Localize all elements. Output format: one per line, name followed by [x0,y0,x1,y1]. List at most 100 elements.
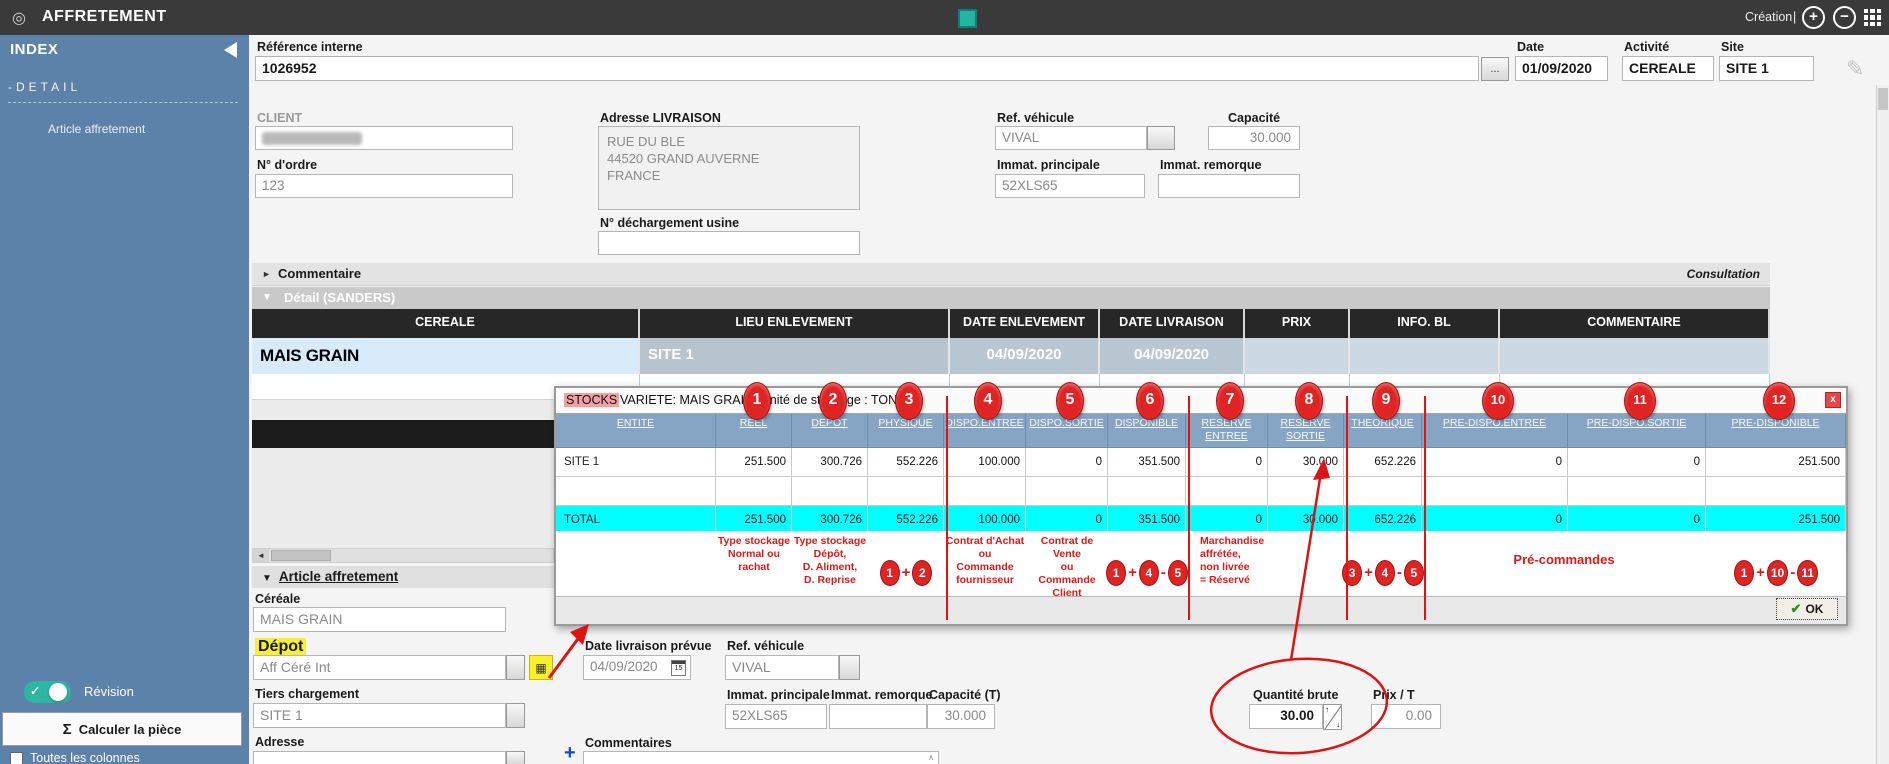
tiers-chargement-field[interactable]: SITE 1 [253,703,506,728]
vehicle-lookup-button[interactable] [1147,126,1175,150]
depot-field[interactable]: Aff Céré Int [253,655,506,680]
detail-sanders-section-bar[interactable]: ▼ Détail (SANDERS) [252,287,1770,309]
client-label: CLIENT [257,111,302,125]
plate-trailer-label: Immat. remorque [1160,158,1261,172]
stocks-row-total: TOTAL 251.500300.726 552.226100.000 0351… [556,506,1846,534]
quantity-stepper[interactable]: ↑↓ [1323,704,1342,730]
cell-date-enlevement[interactable]: 04/09/2020 [950,338,1100,374]
cell-lieu[interactable]: SITE 1 [640,338,950,374]
add-button[interactable]: + [1802,6,1825,29]
cell-cereale[interactable]: MAIS GRAIN [252,338,640,374]
legend-disponible-formula: 1 + 4 - 5 [1108,531,1186,600]
stocks-popup: STOCKS VARIETE: MAIS GRAIN (Unité de sto… [554,386,1848,626]
prix-t-field[interactable]: 0.00 [1371,704,1441,729]
reference-more-button[interactable]: ... [1481,57,1509,81]
activity-field[interactable]: CEREALE [1622,56,1714,81]
all-columns-checkbox[interactable] [10,752,23,764]
date-field[interactable]: 01/09/2020 [1515,56,1608,81]
group-separator-line [946,396,948,620]
affretement-window: ◎ AFFRETEMENT Création | + − INDEX -DETA… [0,0,1889,764]
sidebar [0,35,249,764]
site-field[interactable]: SITE 1 [1719,56,1814,81]
depot-calendar-button[interactable]: ▦ [529,655,553,680]
capacity-t-field[interactable]: 30.000 [927,704,995,729]
delivery-address-label: Adresse LIVRAISON [600,111,721,125]
cell-commentaire[interactable] [1500,338,1770,374]
adresse-field[interactable] [253,751,506,764]
bottom-vehicle-ref-field[interactable]: VIVAL [725,655,839,680]
col-header-prix[interactable]: PRIX [1245,309,1350,338]
reference-field[interactable]: 1026952 [255,56,1479,81]
revision-toggle[interactable]: ✓ [24,681,71,703]
add-row-icon[interactable]: + [564,742,576,764]
plate-main-label: Immat. principale [997,158,1100,172]
cereale-field[interactable]: MAIS GRAIN [253,607,506,632]
commentaire-section-bar[interactable]: ► Commentaire Consultation [252,263,1770,286]
detail-sanders-label: Détail (SANDERS) [284,290,395,305]
collapse-sidebar-icon[interactable] [224,42,237,58]
vehicle-ref-field[interactable]: VIVAL [995,126,1147,150]
col-header-cereale[interactable]: CEREALE [252,309,640,338]
capacity-field[interactable]: 30.000 [1208,126,1300,150]
bottom-vehicle-lookup-button[interactable] [839,655,860,680]
stocks-tag: STOCKS [564,393,619,407]
cell-info-bl[interactable] [1350,338,1500,374]
scrollbar-thumb[interactable] [1878,88,1888,110]
article-affretement-section[interactable]: ▼ Article affretement [252,566,554,588]
close-icon[interactable]: x [1825,392,1841,408]
adresse-lookup-button[interactable] [506,751,525,764]
toggle-knob[interactable] [49,683,67,701]
all-columns-label: Toutes les colonnes [30,751,140,764]
plate-trailer-field[interactable] [1158,174,1300,198]
scroll-up-icon[interactable]: ∧ [928,753,934,762]
date-label: Date [1517,40,1544,54]
date-livraison-prevue-label: Date livraison prévue [585,639,711,653]
grid-data-row[interactable]: MAIS GRAIN SITE 1 04/09/2020 04/09/2020 [252,338,1770,374]
depot-lookup-button[interactable] [506,655,525,680]
group-separator-line [1346,396,1348,620]
stocks-row-site1[interactable]: SITE 1 251.500300.726 552.226100.000 035… [556,448,1846,477]
col-header-lieu-enlevement[interactable]: LIEU ENLEVEMENT [640,309,950,338]
ok-button[interactable]: ✔ OK [1776,598,1838,620]
remove-button[interactable]: − [1833,6,1856,29]
unload-number-field[interactable] [598,231,860,255]
bottom-plate-main-label: Immat. principale [727,688,830,702]
legend-dispo-entree: Contrat d'Achat ou Commande fournisseur [944,531,1026,600]
separator: | [1793,10,1796,24]
commentaires-textarea[interactable]: ∧ [583,751,939,764]
calendar-picker-icon[interactable]: 15 [671,660,686,676]
bottom-plate-trailer-field[interactable] [829,704,927,729]
scroll-left-icon[interactable]: ◄ [253,549,269,562]
apps-grid-icon[interactable] [1864,9,1881,26]
cell-entity: TOTAL [556,506,716,534]
col-header-info-bl[interactable]: INFO. BL [1350,309,1500,338]
plate-main-field[interactable]: 52XLS65 [995,174,1145,198]
cereale-label: Céréale [255,592,300,606]
calculate-piece-button[interactable]: Σ Calculer la pièce [2,712,242,746]
grid-header-row: CEREALE LIEU ENLEVEMENT DATE ENLEVEMENT … [252,309,1770,338]
scrollbar-thumb[interactable] [271,550,331,561]
col-header-date-livraison[interactable]: DATE LIVRAISON [1100,309,1245,338]
tiers-lookup-button[interactable] [506,703,525,728]
quantite-brute-field[interactable]: 30.00 [1249,704,1323,729]
depot-label: Dépot [255,638,306,655]
col-header-commentaire[interactable]: COMMENTAIRE [1500,309,1770,338]
date-livraison-prevue-field[interactable]: 04/09/2020 15 [583,655,691,680]
cell-date-livraison[interactable]: 04/09/2020 [1100,338,1245,374]
title-bar: ◎ AFFRETEMENT Création | + − [0,0,1889,35]
delivery-address-box[interactable]: RUE DU BLE 44520 GRAND AUVERNE FRANCE [598,126,860,210]
legend-reserve: Marchandise affrétée, non livrée = Réser… [1186,531,1344,600]
sidebar-item-article-affretement[interactable]: Article affretement [48,122,145,136]
bottom-plate-main-field[interactable]: 52XLS65 [725,704,827,729]
horizontal-scrollbar[interactable]: ◄ [252,548,554,563]
vertical-scrollbar[interactable] [1876,85,1889,764]
stocks-row-empty[interactable] [556,477,1846,506]
cell-prix[interactable] [1245,338,1350,374]
badge-7: 7 [1216,382,1244,420]
collapse-arrow-icon: ▼ [262,292,272,303]
order-number-field[interactable]: 123 [255,174,513,198]
edit-pencil-icon: ✎ [1846,56,1864,82]
badge-8: 8 [1295,382,1323,420]
client-field[interactable] [255,126,513,150]
col-header-date-enlevement[interactable]: DATE ENLEVEMENT [950,309,1100,338]
